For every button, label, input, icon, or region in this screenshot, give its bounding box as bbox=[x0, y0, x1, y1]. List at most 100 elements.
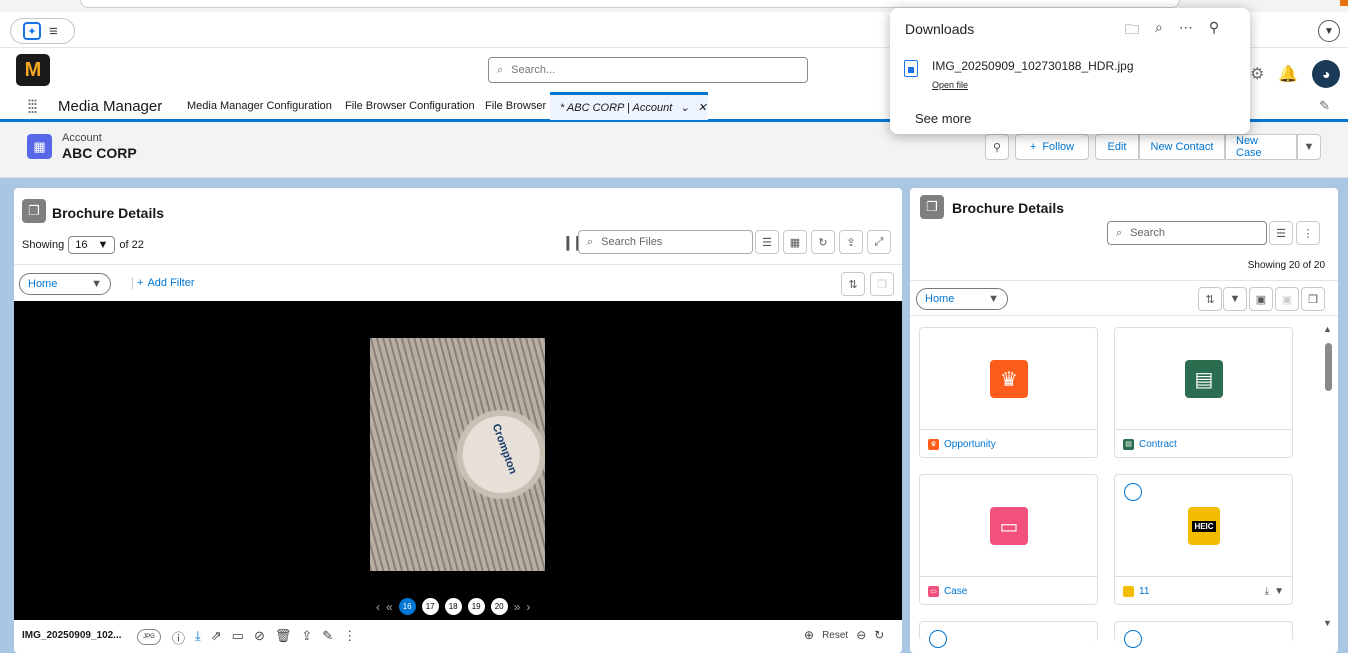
hierarchy-button[interactable]: ⚲ bbox=[985, 134, 1009, 160]
reset-button[interactable]: Reset bbox=[822, 630, 848, 641]
next-icon[interactable]: › bbox=[526, 600, 530, 614]
new-contact-button[interactable]: New Contact bbox=[1139, 134, 1225, 160]
add-filter-button[interactable]: + Add Filter bbox=[132, 277, 195, 289]
app-logo: M bbox=[16, 54, 50, 86]
follow-button[interactable]: + Follow bbox=[1015, 134, 1089, 160]
app-launcher-icon[interactable]: ⁞⁞⁞ bbox=[27, 97, 38, 118]
hide-icon[interactable]: ⊘ bbox=[254, 628, 265, 647]
download-file-name[interactable]: IMG_20250909_102730188_HDR.jpg bbox=[932, 59, 1134, 73]
search-files-input[interactable]: ⌕ Search Files bbox=[578, 230, 753, 254]
page-16[interactable]: 16 bbox=[398, 598, 416, 615]
refresh-icon[interactable]: ↻ bbox=[811, 230, 835, 254]
edit-nav-icon[interactable]: ✎ bbox=[1319, 98, 1330, 114]
scroll-thumb[interactable] bbox=[1325, 343, 1332, 391]
browser-indicator bbox=[1340, 0, 1348, 6]
file-name: IMG_20250909_102... bbox=[22, 630, 122, 641]
page-18[interactable]: 18 bbox=[444, 598, 462, 615]
download-icon[interactable]: ⤓ bbox=[1265, 586, 1269, 597]
expand-icon[interactable]: ⤢ bbox=[867, 230, 891, 254]
address-bar[interactable] bbox=[80, 0, 1180, 8]
select-radio[interactable] bbox=[1124, 630, 1142, 648]
more-actions-button[interactable]: ▼ bbox=[1297, 134, 1321, 160]
page-size-select[interactable]: 16 ▼ bbox=[68, 236, 116, 254]
prev-icon[interactable]: ‹ bbox=[376, 600, 380, 614]
list-view-icon[interactable]: ☰ bbox=[1269, 221, 1293, 245]
new-case-button[interactable]: New Case bbox=[1225, 134, 1297, 160]
tile-opportunity[interactable]: ♛ ♛ Opportunity bbox=[919, 327, 1098, 458]
more-icon[interactable]: ⋮ bbox=[1296, 221, 1320, 245]
page-20[interactable]: 20 bbox=[490, 598, 508, 615]
search-input[interactable]: ⌕ Search bbox=[1107, 221, 1267, 245]
grid-view-icon[interactable]: ▦ bbox=[783, 230, 807, 254]
scroll-down-icon[interactable]: ▼ bbox=[1323, 618, 1332, 628]
file-copy-icon: ❐ bbox=[920, 195, 944, 219]
select-radio[interactable] bbox=[929, 630, 947, 648]
filter-icon[interactable]: ▼ bbox=[1223, 287, 1247, 311]
upload-icon[interactable]: ⇪ bbox=[839, 230, 863, 254]
delete-icon[interactable]: 🗑 bbox=[275, 628, 292, 647]
sort-icon[interactable]: ⇅ bbox=[1198, 287, 1222, 311]
tile-heic-file[interactable]: HEIC 11 ⤓ ▼ bbox=[1114, 474, 1293, 605]
page-17[interactable]: 17 bbox=[421, 598, 439, 615]
bell-icon[interactable]: 🔔 bbox=[1278, 64, 1298, 84]
pin-icon[interactable]: ⚲ bbox=[1209, 19, 1219, 43]
showing-control: Showing 16 ▼ of 22 bbox=[22, 236, 144, 254]
copy-icon[interactable]: ❐ bbox=[870, 272, 894, 296]
chevron-down-icon: ▼ bbox=[91, 278, 102, 290]
info-icon[interactable]: ⓘ bbox=[172, 628, 185, 647]
sort-icon[interactable]: ⇅ bbox=[841, 272, 865, 296]
tile-label[interactable]: 11 bbox=[1139, 586, 1149, 597]
record-name: ABC CORP bbox=[62, 145, 137, 161]
tile-contract[interactable]: ▤ ▤ Contract bbox=[1114, 327, 1293, 458]
copy-icon[interactable]: ❐ bbox=[1301, 287, 1325, 311]
preview-image: Crompton bbox=[370, 338, 545, 571]
tab-media-manager-configuration[interactable]: Media Manager Configuration bbox=[187, 100, 332, 112]
first-page-icon[interactable]: « bbox=[386, 600, 393, 614]
tile-label[interactable]: Opportunity bbox=[944, 439, 996, 450]
folder-select[interactable]: Home ▼ bbox=[19, 273, 111, 295]
zoom-in-icon[interactable]: ⊕ bbox=[804, 628, 814, 642]
upload-icon[interactable]: ⇪ bbox=[301, 628, 312, 647]
filter-row: Home ▼ ⇅ ▼ ▣ ▣ ❐ bbox=[910, 280, 1338, 316]
search-icon[interactable]: ⌕ bbox=[1155, 19, 1163, 43]
download-icon[interactable]: ⤓ bbox=[195, 628, 201, 647]
pencil-icon[interactable]: ✎ bbox=[322, 628, 333, 647]
chevron-down-icon[interactable]: ▼ bbox=[1274, 586, 1284, 597]
global-search-input[interactable]: ⌕ Search... bbox=[488, 57, 808, 83]
scrollbar[interactable]: ▲ ▼ bbox=[1323, 324, 1333, 628]
preview-icon[interactable]: ▭ bbox=[232, 628, 244, 647]
close-icon[interactable]: ✕ bbox=[698, 101, 707, 114]
page-19[interactable]: 19 bbox=[467, 598, 485, 615]
new-folder-icon[interactable]: ▣ bbox=[1249, 287, 1273, 311]
share-icon[interactable]: ⇗ bbox=[211, 628, 222, 647]
tile-case[interactable]: ▭ ▭ Case bbox=[919, 474, 1098, 605]
open-file-link[interactable]: Open file bbox=[932, 80, 968, 90]
tile-label[interactable]: Case bbox=[944, 586, 967, 597]
list-view-icon[interactable]: ☰ bbox=[755, 230, 779, 254]
copilot-button[interactable]: ✦ ≡ bbox=[10, 18, 75, 44]
avatar[interactable]: ◕ bbox=[1312, 60, 1341, 88]
folder-select[interactable]: Home ▼ bbox=[916, 288, 1008, 310]
add-filter-label: Add Filter bbox=[147, 277, 195, 289]
tile-label[interactable]: Contract bbox=[1139, 439, 1177, 450]
gear-icon[interactable]: ⚙ bbox=[1250, 64, 1264, 84]
tile-partial[interactable] bbox=[1114, 621, 1293, 648]
tab-file-browser-configuration[interactable]: File Browser Configuration bbox=[345, 100, 475, 112]
chevron-down-icon[interactable]: ▼ bbox=[1318, 20, 1340, 42]
tab-abc-corp-account[interactable]: * ABC CORP | Account ⌄ ✕ bbox=[550, 92, 708, 120]
filter-row: Home ▼ + Add Filter ⇅ ❐ bbox=[14, 264, 902, 302]
last-page-icon[interactable]: » bbox=[514, 600, 521, 614]
rotate-icon[interactable]: ↻ bbox=[874, 628, 884, 642]
tab-file-browser[interactable]: File Browser bbox=[485, 100, 546, 112]
tile-partial[interactable] bbox=[919, 621, 1098, 648]
folder-icon[interactable]: 🗀 bbox=[1125, 19, 1139, 43]
move-folder-icon[interactable]: ▣ bbox=[1275, 287, 1299, 311]
edit-button[interactable]: Edit bbox=[1095, 134, 1139, 160]
scroll-up-icon[interactable]: ▲ bbox=[1323, 324, 1332, 334]
select-radio[interactable] bbox=[1124, 483, 1142, 501]
see-more-link[interactable]: See more bbox=[915, 111, 971, 126]
more-icon[interactable]: ⋯ bbox=[1179, 19, 1193, 43]
chevron-down-icon[interactable]: ⌄ bbox=[680, 101, 689, 114]
more-icon[interactable]: ⋮ bbox=[343, 628, 356, 647]
zoom-out-icon[interactable]: ⊖ bbox=[856, 628, 866, 642]
